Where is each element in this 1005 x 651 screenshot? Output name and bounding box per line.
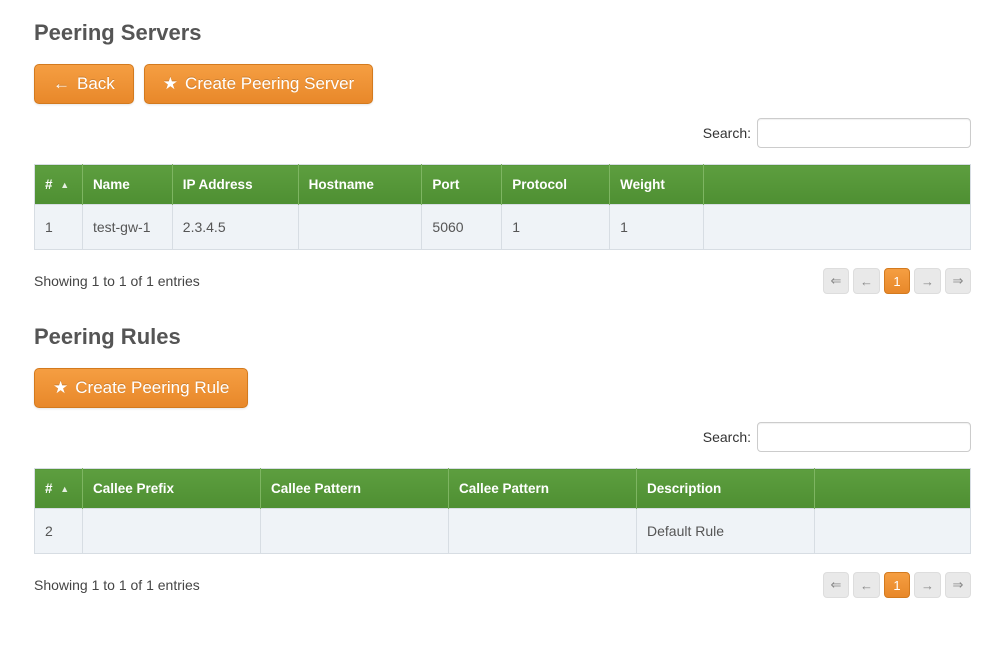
sort-asc-icon: ▲ xyxy=(60,180,69,190)
col-num-label: # xyxy=(45,177,53,192)
col-hostname[interactable]: Hostname xyxy=(298,165,422,205)
rules-pager: ⇐ ← 1 → ⇒ xyxy=(823,572,971,598)
pager-prev[interactable]: ← xyxy=(853,268,880,294)
cell-weight: 1 xyxy=(610,205,704,250)
rules-table-info: Showing 1 to 1 of 1 entries xyxy=(34,577,200,593)
servers-table-info: Showing 1 to 1 of 1 entries xyxy=(34,273,200,289)
create-peering-server-button[interactable]: Create Peering Server xyxy=(144,64,373,104)
cell-actions xyxy=(704,205,971,250)
col-num-label: # xyxy=(45,481,53,496)
table-row[interactable]: 2 Default Rule xyxy=(35,509,971,554)
arrow-left-icon xyxy=(53,74,70,94)
pager-next[interactable]: → xyxy=(914,572,941,598)
col-description[interactable]: Description xyxy=(637,469,815,509)
rules-search-input[interactable] xyxy=(757,422,971,452)
cell-protocol: 1 xyxy=(502,205,610,250)
peering-servers-table: # ▲ Name IP Address Hostname Port Protoc… xyxy=(34,164,971,250)
back-button-label: Back xyxy=(77,74,115,94)
col-callee-prefix[interactable]: Callee Prefix xyxy=(83,469,261,509)
col-callee-pattern-2[interactable]: Callee Pattern xyxy=(449,469,637,509)
pager-last[interactable]: ⇒ xyxy=(945,572,971,598)
cell-pattern1 xyxy=(261,509,449,554)
pager-page-1[interactable]: 1 xyxy=(884,268,910,294)
cell-description: Default Rule xyxy=(637,509,815,554)
star-icon xyxy=(53,378,68,398)
sort-asc-icon: ▲ xyxy=(60,484,69,494)
cell-num: 1 xyxy=(35,205,83,250)
cell-prefix xyxy=(83,509,261,554)
col-weight[interactable]: Weight xyxy=(610,165,704,205)
rules-search-label: Search: xyxy=(703,429,751,445)
col-port[interactable]: Port xyxy=(422,165,502,205)
col-actions xyxy=(704,165,971,205)
col-ip[interactable]: IP Address xyxy=(172,165,298,205)
pager-next[interactable]: → xyxy=(914,268,941,294)
create-peering-server-label: Create Peering Server xyxy=(185,74,354,94)
table-row[interactable]: 1 test-gw-1 2.3.4.5 5060 1 1 xyxy=(35,205,971,250)
star-icon xyxy=(163,74,178,94)
servers-search-label: Search: xyxy=(703,125,751,141)
back-button[interactable]: Back xyxy=(34,64,134,104)
pager-first[interactable]: ⇐ xyxy=(823,268,849,294)
peering-servers-title: Peering Servers xyxy=(34,20,971,46)
col-name[interactable]: Name xyxy=(82,165,172,205)
pager-prev[interactable]: ← xyxy=(853,572,880,598)
cell-actions xyxy=(815,509,971,554)
pager-last[interactable]: ⇒ xyxy=(945,268,971,294)
peering-rules-table: # ▲ Callee Prefix Callee Pattern Callee … xyxy=(34,468,971,554)
cell-pattern2 xyxy=(449,509,637,554)
cell-port: 5060 xyxy=(422,205,502,250)
col-callee-pattern-1[interactable]: Callee Pattern xyxy=(261,469,449,509)
cell-num: 2 xyxy=(35,509,83,554)
create-peering-rule-label: Create Peering Rule xyxy=(75,378,229,398)
cell-hostname xyxy=(298,205,422,250)
create-peering-rule-button[interactable]: Create Peering Rule xyxy=(34,368,248,408)
cell-ip: 2.3.4.5 xyxy=(172,205,298,250)
col-protocol[interactable]: Protocol xyxy=(502,165,610,205)
pager-page-1[interactable]: 1 xyxy=(884,572,910,598)
peering-rules-title: Peering Rules xyxy=(34,324,971,350)
pager-first[interactable]: ⇐ xyxy=(823,572,849,598)
cell-name: test-gw-1 xyxy=(82,205,172,250)
servers-search-input[interactable] xyxy=(757,118,971,148)
col-num[interactable]: # ▲ xyxy=(35,469,83,509)
col-num[interactable]: # ▲ xyxy=(35,165,83,205)
col-actions xyxy=(815,469,971,509)
servers-pager: ⇐ ← 1 → ⇒ xyxy=(823,268,971,294)
